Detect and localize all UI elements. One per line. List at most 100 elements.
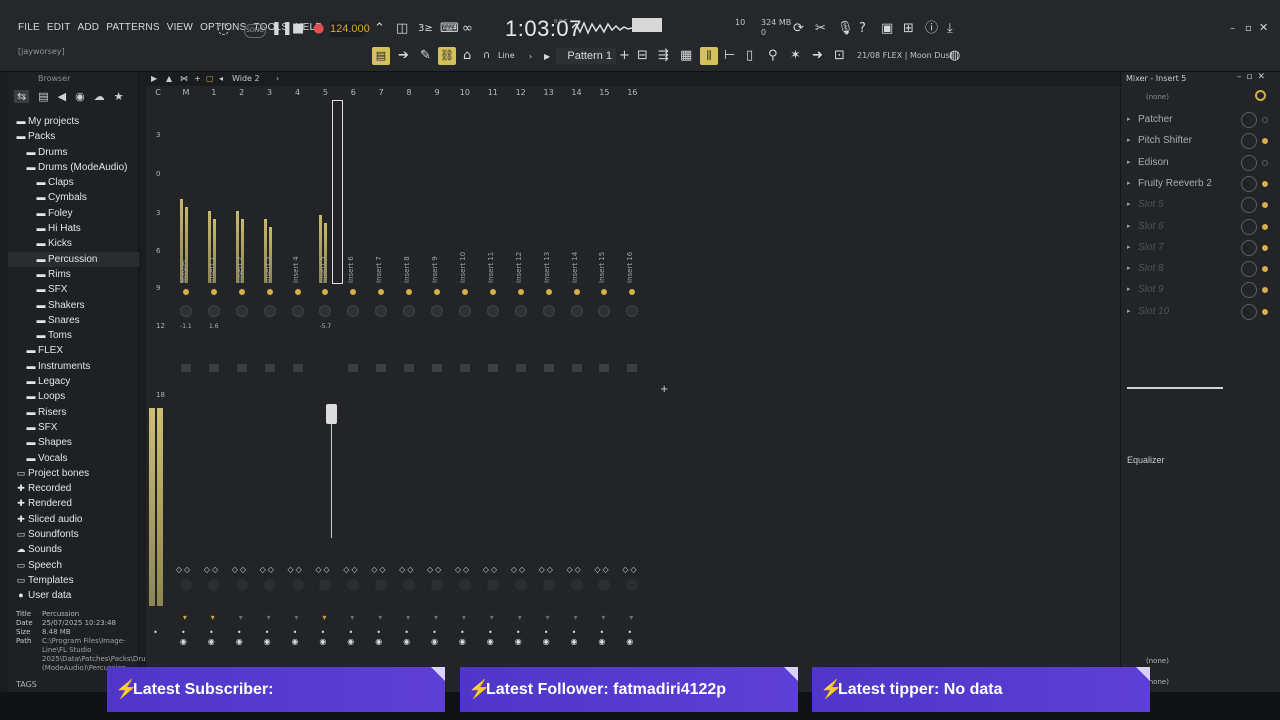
record-arm-icon[interactable]: • ◉ (451, 628, 479, 646)
send-knob[interactable] (626, 579, 639, 591)
maximize-icon[interactable]: ▫ (1245, 22, 1252, 36)
slot-expand-icon[interactable]: ▸ (1127, 285, 1131, 293)
record-arm-icon[interactable]: • ◉ (200, 628, 228, 646)
track-name[interactable]: Insert 8 (403, 251, 415, 283)
slot-expand-icon[interactable]: ▸ (1127, 307, 1131, 315)
slot-enable-led[interactable] (1262, 308, 1268, 315)
output-selector-1[interactable]: (none) (1146, 657, 1169, 665)
mixer-toggle-icon[interactable]: ⫼ (700, 47, 718, 65)
slot-name[interactable]: Slot 6 (1138, 221, 1164, 232)
browser-item[interactable]: ▬ Hi Hats (8, 221, 139, 236)
arrow-right-icon[interactable]: ➔ (398, 49, 409, 63)
volume-fader[interactable] (236, 364, 247, 372)
track-name[interactable]: Insert 14 (571, 251, 583, 283)
slot-mix-knob[interactable] (1241, 133, 1257, 150)
pan-knob[interactable] (179, 305, 192, 317)
mixer-track[interactable]: 12 Insert 12 ◇◇ ▾ • ◉ (507, 86, 535, 676)
effect-slot[interactable]: ▸ Edison (1127, 154, 1268, 175)
mixer-track[interactable]: 14 Insert 14 ◇◇ ▾ • ◉ (563, 86, 591, 676)
slot-name[interactable]: Patcher (1138, 114, 1172, 125)
track-name[interactable]: Insert 5 (319, 251, 331, 283)
track-enable-led[interactable] (573, 289, 580, 295)
send-knob[interactable] (431, 579, 443, 591)
magnet-icon[interactable]: ∩ (483, 49, 490, 63)
stereo-separation-icon[interactable]: ◇◇ (260, 565, 276, 574)
snap-prev-icon[interactable]: › (529, 50, 532, 64)
browser-item[interactable]: ▬ Rims (8, 267, 139, 282)
stereo-separation-icon[interactable]: ◇◇ (371, 565, 387, 574)
send-knob[interactable] (570, 579, 583, 591)
track-name[interactable]: Insert 16 (626, 251, 638, 283)
menu-view[interactable]: VIEW (167, 22, 193, 33)
stereo-separation-icon[interactable]: ◇◇ (176, 565, 192, 574)
stereo-separation-icon[interactable]: ◇◇ (315, 565, 331, 574)
slot-enable-led[interactable] (1262, 138, 1268, 145)
browser-item[interactable]: ☁ Sounds (8, 542, 139, 557)
browser-tree-icon[interactable]: ⊢ (724, 49, 735, 63)
slot-name[interactable]: Slot 9 (1138, 284, 1164, 295)
browser-item[interactable]: ▬ Cymbals (8, 190, 139, 205)
track-name[interactable]: Insert 12 (515, 251, 527, 283)
browser-item[interactable]: ▬ Foley (8, 206, 139, 221)
menu-edit[interactable]: EDIT (47, 22, 71, 33)
record-arm-icon[interactable]: • ◉ (228, 628, 256, 646)
typing-keyboard-icon[interactable]: ⌨ (440, 22, 459, 36)
browser-star-icon[interactable]: ★ (114, 90, 124, 103)
send-knob[interactable] (319, 579, 332, 591)
send-knob[interactable] (375, 579, 388, 591)
slot-mix-knob[interactable] (1241, 261, 1257, 278)
browser-item[interactable]: ▬ Drums (ModeAudio) (8, 160, 139, 175)
pan-knob[interactable] (319, 305, 332, 317)
mixer-track[interactable]: 7 Insert 7 ◇◇ ▾ • ◉ (367, 86, 395, 676)
route-arrow-icon[interactable]: ▾ (629, 613, 633, 622)
slot-enable-led[interactable] (1262, 244, 1268, 251)
minimize-icon[interactable]: – (1230, 22, 1235, 36)
record-arm-icon[interactable]: • ◉ (423, 628, 451, 646)
pan-knob[interactable] (626, 305, 639, 317)
record-arm-icon[interactable]: • ◉ (535, 628, 563, 646)
stereo-separation-icon[interactable]: ◇◇ (511, 565, 527, 574)
mixer-layout-icon[interactable]: ▢ (206, 74, 214, 83)
mixer-track[interactable]: M Master -1.1 ◇◇ ▾ • ◉ (172, 86, 200, 676)
track-enable-led[interactable] (210, 289, 217, 295)
track-enable-led[interactable] (350, 289, 357, 295)
volume-fader[interactable] (292, 364, 303, 372)
track-name[interactable]: Insert 15 (598, 251, 610, 283)
browser-item[interactable]: ▭ Templates (8, 573, 139, 588)
send-knob[interactable] (263, 579, 276, 591)
stereo-separation-icon[interactable]: ◇◇ (455, 565, 471, 574)
track-enable-led[interactable] (238, 289, 245, 295)
record-arm-icon[interactable]: • ◉ (590, 628, 618, 646)
slot-mix-knob[interactable] (1241, 112, 1257, 128)
song-mode-toggle[interactable]: SONG (244, 24, 266, 38)
pan-knob[interactable] (486, 305, 499, 317)
volume-fader[interactable] (627, 364, 638, 372)
pan-knob[interactable] (570, 305, 583, 317)
browser-item[interactable]: ▭ Soundfonts (8, 527, 139, 542)
effect-slot[interactable]: ▸ Slot 5 (1127, 196, 1268, 217)
volume-fader[interactable] (180, 364, 191, 372)
send-knob[interactable] (235, 579, 248, 591)
browser-item[interactable]: ▭ Project bones (8, 466, 139, 481)
track-enable-led[interactable] (629, 289, 636, 295)
slot-expand-icon[interactable]: ▸ (1127, 200, 1131, 208)
stereo-separation-icon[interactable]: ◇◇ (399, 565, 415, 574)
track-enable-led[interactable] (294, 289, 301, 295)
slot-expand-icon[interactable]: ▸ (1127, 264, 1131, 272)
link-icon[interactable]: ⛓ (438, 47, 456, 65)
stereo-separation-icon[interactable]: ◇◇ (232, 565, 248, 574)
record-arm-icon[interactable]: • ◉ (563, 628, 591, 646)
mixer-layout-arrow-icon[interactable]: ◂ (219, 74, 223, 83)
menu-file[interactable]: FILE (18, 22, 40, 33)
mixer-play-icon[interactable]: ▶ (151, 74, 157, 83)
send-knob[interactable] (347, 579, 360, 591)
browser-item[interactable]: ▬ Risers (8, 405, 139, 420)
track-name[interactable]: Insert 7 (375, 251, 387, 283)
slot-expand-icon[interactable]: ▸ (1127, 222, 1131, 230)
route-arrow-icon[interactable]: ▾ (211, 613, 215, 622)
volume-fader[interactable] (515, 364, 526, 372)
info-icon[interactable]: ⓘ (925, 22, 938, 36)
route-arrow-icon[interactable]: ▾ (378, 613, 382, 622)
slot-mix-knob[interactable] (1241, 239, 1257, 256)
volume-fader[interactable] (264, 364, 275, 372)
